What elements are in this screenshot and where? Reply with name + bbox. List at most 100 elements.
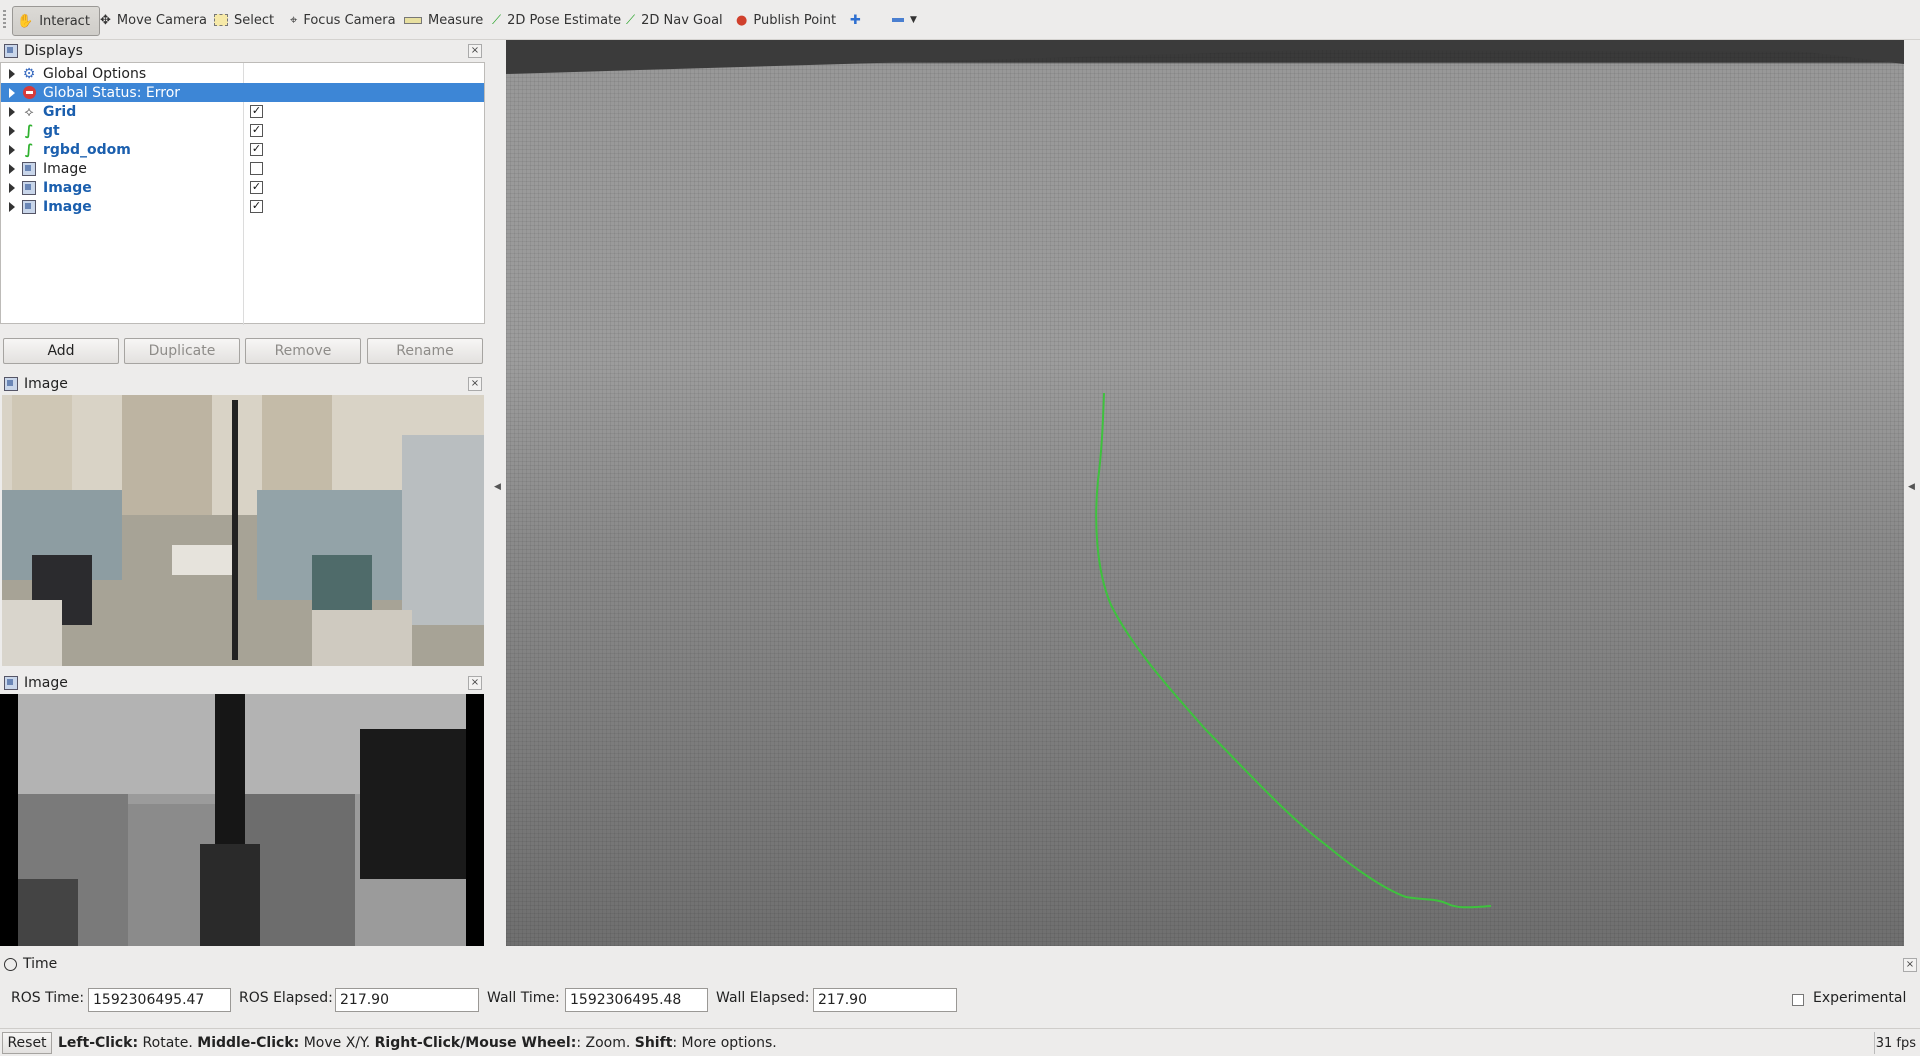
hand-icon: ✋ bbox=[17, 13, 34, 29]
expand-arrow-icon[interactable] bbox=[9, 68, 15, 79]
focus-camera-tool-button[interactable]: ⌖ Focus Camera bbox=[286, 6, 400, 34]
path-icon: ∫ bbox=[24, 141, 34, 158]
move-camera-tool-button[interactable]: ✥ Move Camera bbox=[96, 6, 211, 34]
display-item-global-status[interactable]: Global Status: Error bbox=[1, 83, 484, 102]
duplicate-button[interactable]: Duplicate bbox=[124, 338, 240, 364]
close-icon[interactable]: × bbox=[468, 377, 482, 391]
remove-tool-menu-button[interactable]: ▼ bbox=[888, 6, 921, 34]
enable-checkbox[interactable]: ✓ bbox=[250, 143, 263, 156]
green-arrow-icon: ⟋ bbox=[492, 12, 502, 28]
grid-icon: ⟡ bbox=[24, 103, 34, 120]
expand-arrow-icon[interactable] bbox=[9, 144, 15, 155]
error-icon bbox=[21, 85, 37, 101]
display-item-label: Image bbox=[43, 179, 92, 196]
clock-icon bbox=[4, 957, 17, 971]
splitter-handle[interactable]: ◀ bbox=[494, 482, 502, 502]
display-item-label: Image bbox=[43, 160, 87, 177]
status-hint: Left-Click: Rotate. Middle-Click: Move X… bbox=[58, 1035, 777, 1051]
minus-icon bbox=[892, 18, 904, 22]
close-icon[interactable]: × bbox=[468, 44, 482, 58]
wall-elapsed-field[interactable]: 217.90 bbox=[813, 988, 957, 1012]
fps-indicator: 31 fps bbox=[1874, 1032, 1918, 1054]
image-icon bbox=[4, 377, 18, 391]
display-item-image-3[interactable]: Image ✓ bbox=[1, 197, 484, 216]
ros-time-label: ROS Time: bbox=[11, 990, 85, 1006]
reset-button[interactable]: Reset bbox=[2, 1032, 52, 1054]
nav-goal-tool-button[interactable]: ⟋ 2D Nav Goal bbox=[622, 6, 727, 34]
close-icon[interactable]: × bbox=[468, 676, 482, 690]
enable-checkbox[interactable]: ✓ bbox=[250, 181, 263, 194]
path-icon: ∫ bbox=[24, 122, 34, 139]
main-toolbar: ✋ Interact ✥ Move Camera Select ⌖ Focus … bbox=[0, 0, 1920, 40]
depth-camera-image bbox=[0, 694, 484, 946]
experimental-checkbox[interactable] bbox=[1792, 994, 1804, 1006]
experimental-label: Experimental bbox=[1813, 990, 1907, 1006]
toolbar-grip[interactable] bbox=[3, 10, 6, 30]
enable-checkbox[interactable]: ✓ bbox=[250, 200, 263, 213]
enable-checkbox[interactable]: ✓ bbox=[250, 105, 263, 118]
green-arrow-icon: ⟋ bbox=[626, 12, 636, 28]
focus-icon: ⌖ bbox=[290, 12, 298, 28]
time-panel-header: Time × bbox=[0, 952, 1920, 976]
interact-tool-button[interactable]: ✋ Interact bbox=[12, 6, 100, 36]
display-item-label: Image bbox=[43, 198, 92, 215]
display-item-grid[interactable]: ⟡ Grid ✓ bbox=[1, 102, 484, 121]
gear-icon: ⚙ bbox=[22, 65, 36, 82]
depth-image-panel-header: Image × bbox=[0, 673, 485, 693]
display-item-global-options[interactable]: ⚙ Global Options bbox=[1, 64, 484, 83]
rename-button[interactable]: Rename bbox=[367, 338, 483, 364]
status-bar: Reset Left-Click: Rotate. Middle-Click: … bbox=[0, 1028, 1920, 1056]
display-item-label: Global Options bbox=[43, 65, 147, 82]
right-splitter-handle[interactable]: ◀ bbox=[1908, 482, 1916, 502]
depth-image-title: Image bbox=[24, 675, 68, 691]
display-item-label: rgbd_odom bbox=[43, 141, 131, 158]
displays-title: Displays bbox=[24, 43, 83, 59]
rgb-image-title: Image bbox=[24, 376, 68, 392]
image-icon bbox=[21, 199, 37, 215]
map-pin-icon: ● bbox=[736, 12, 748, 28]
close-icon[interactable]: × bbox=[1903, 958, 1917, 972]
display-item-image-2[interactable]: Image ✓ bbox=[1, 178, 484, 197]
display-item-gt[interactable]: ∫ gt ✓ bbox=[1, 121, 484, 140]
pose-estimate-tool-button[interactable]: ⟋ 2D Pose Estimate bbox=[488, 6, 625, 34]
chevron-down-icon: ▼ bbox=[910, 15, 917, 25]
expand-arrow-icon[interactable] bbox=[9, 163, 15, 174]
plus-icon: ✚ bbox=[850, 12, 861, 28]
display-item-image-1[interactable]: Image bbox=[1, 159, 484, 178]
display-item-label: gt bbox=[43, 122, 60, 139]
add-button[interactable]: Add bbox=[3, 338, 119, 364]
display-item-label: Global Status: Error bbox=[43, 84, 181, 101]
remove-button[interactable]: Remove bbox=[245, 338, 361, 364]
display-item-rgbd-odom[interactable]: ∫ rgbd_odom ✓ bbox=[1, 140, 484, 159]
enable-checkbox[interactable]: ✓ bbox=[250, 124, 263, 137]
time-title: Time bbox=[23, 956, 58, 972]
rgb-image-panel-header: Image × bbox=[0, 374, 485, 394]
select-icon bbox=[214, 14, 228, 26]
display-item-label: Grid bbox=[43, 103, 77, 120]
rgb-camera-image bbox=[2, 395, 484, 666]
image-icon bbox=[21, 161, 37, 177]
wall-elapsed-label: Wall Elapsed: bbox=[716, 990, 810, 1006]
ros-elapsed-label: ROS Elapsed: bbox=[239, 990, 333, 1006]
select-tool-button[interactable]: Select bbox=[210, 6, 278, 34]
ros-time-field[interactable]: 1592306495.47 bbox=[88, 988, 231, 1012]
enable-checkbox[interactable] bbox=[250, 162, 263, 175]
image-icon bbox=[21, 180, 37, 196]
add-tool-button[interactable]: ✚ bbox=[846, 6, 865, 34]
image-icon bbox=[4, 676, 18, 690]
ros-elapsed-field[interactable]: 217.90 bbox=[335, 988, 479, 1012]
expand-arrow-icon[interactable] bbox=[9, 106, 15, 117]
publish-point-tool-button[interactable]: ● Publish Point bbox=[732, 6, 840, 34]
trajectory-path bbox=[1095, 392, 1492, 909]
move-icon: ✥ bbox=[100, 12, 111, 28]
expand-arrow-icon[interactable] bbox=[9, 182, 15, 193]
displays-tree[interactable]: ⚙ Global Options Global Status: Error ⟡ … bbox=[0, 62, 485, 325]
wall-time-field[interactable]: 1592306495.48 bbox=[565, 988, 708, 1012]
expand-arrow-icon[interactable] bbox=[9, 201, 15, 212]
3d-viewport[interactable] bbox=[506, 40, 1904, 946]
measure-tool-button[interactable]: Measure bbox=[400, 6, 487, 34]
expand-arrow-icon[interactable] bbox=[9, 125, 15, 136]
ruler-icon bbox=[404, 16, 422, 24]
wall-time-label: Wall Time: bbox=[487, 990, 560, 1006]
expand-arrow-icon[interactable] bbox=[9, 87, 15, 98]
